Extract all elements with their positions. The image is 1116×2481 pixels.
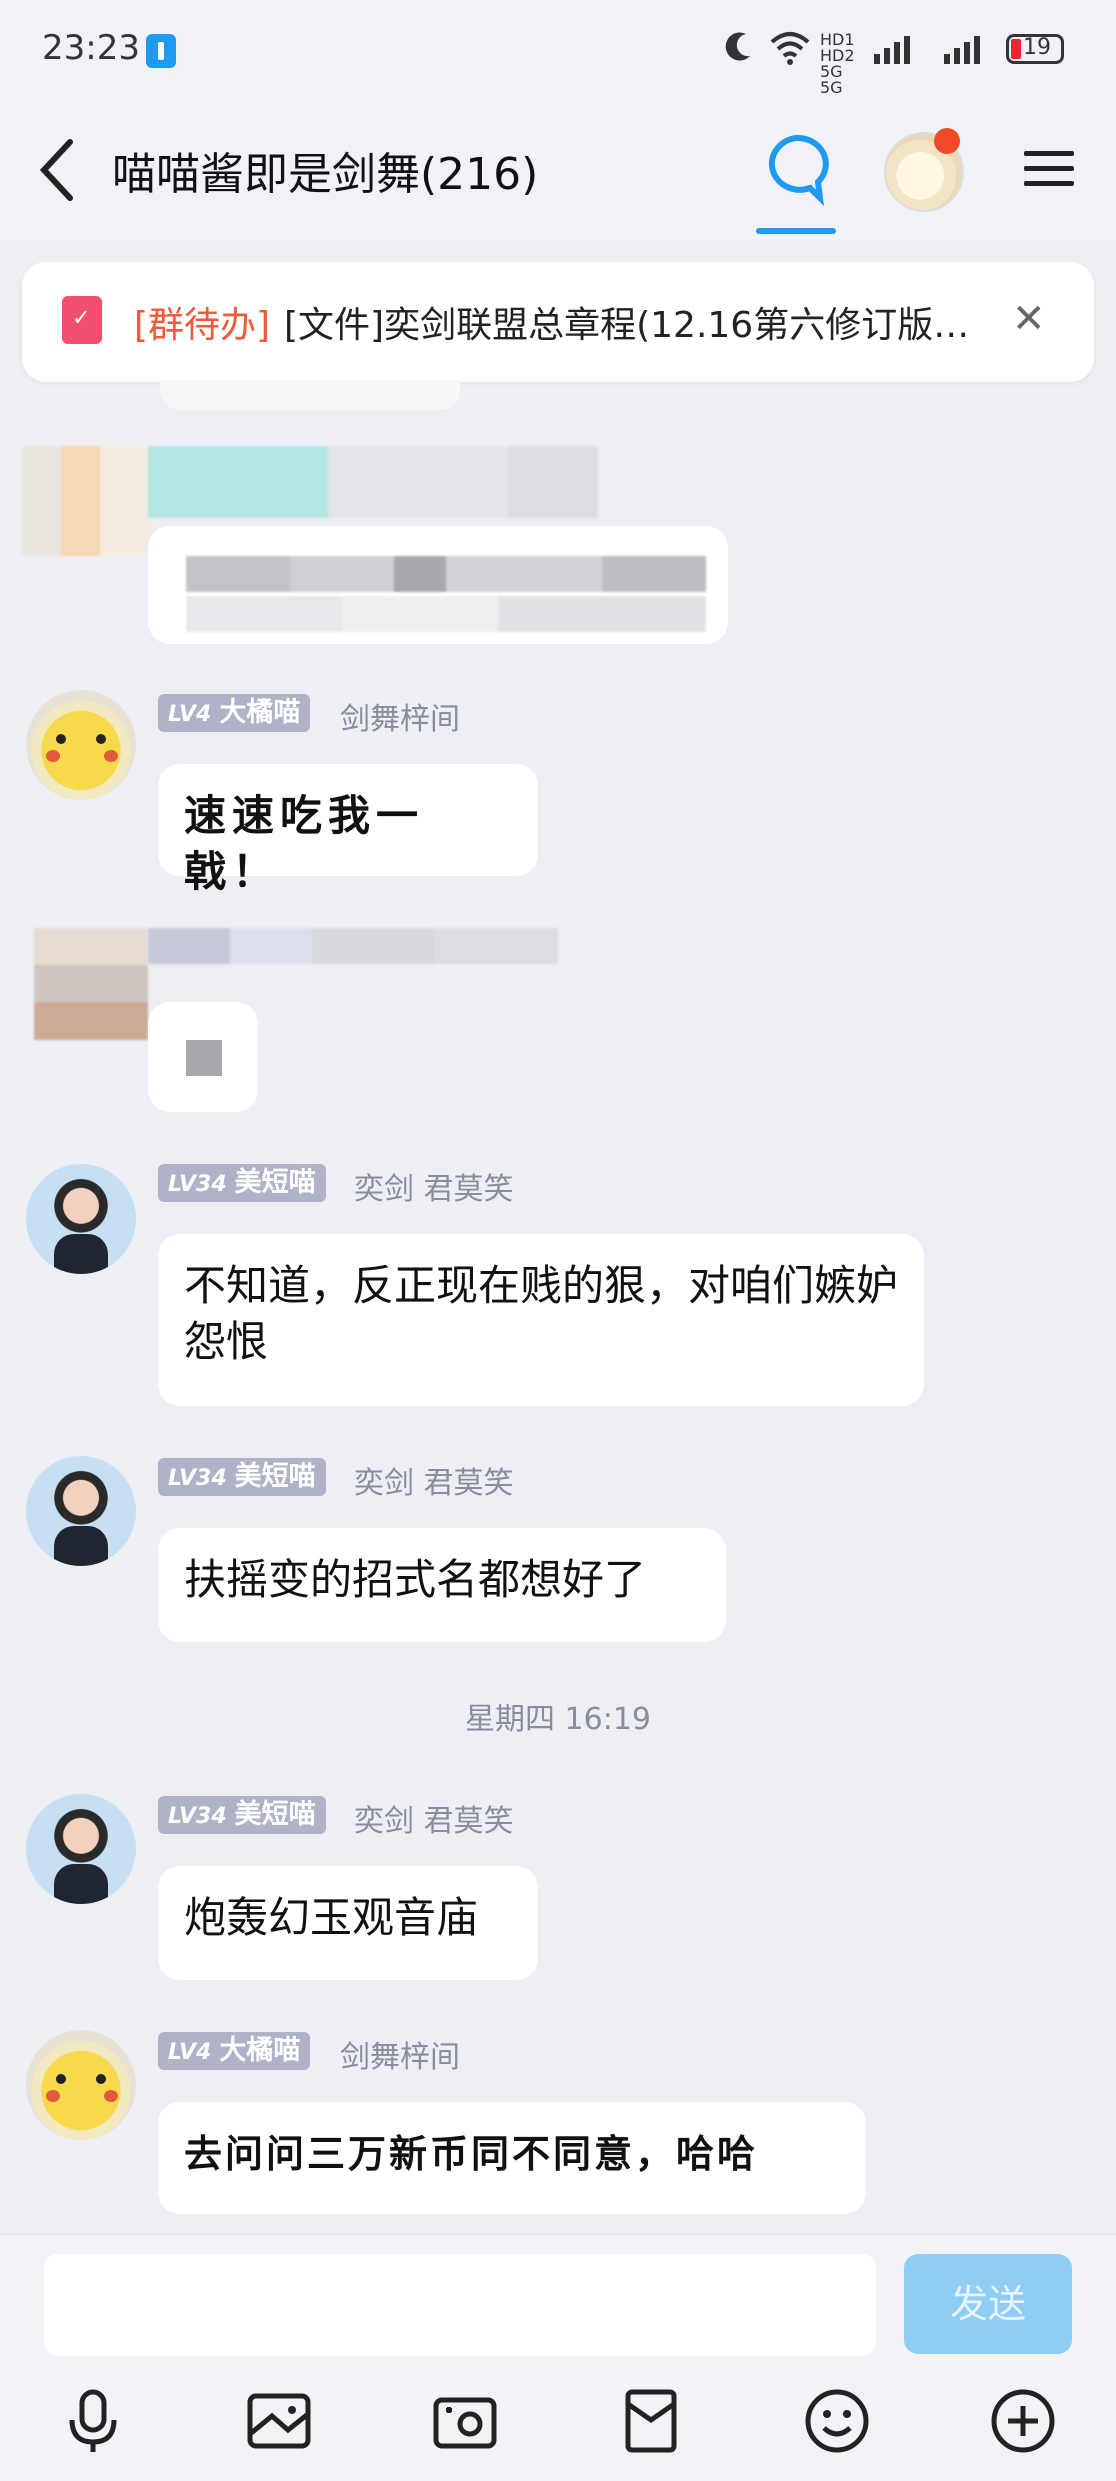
avatar[interactable] [26, 1456, 136, 1566]
redacted-name-2 [148, 928, 558, 964]
group-rank: 美短喵 [234, 1799, 316, 1830]
sender-name: 奕剑 君莫笑 [354, 1466, 514, 1501]
message-bubble[interactable]: 扶摇变的招式名都想好了 [158, 1528, 726, 1642]
level-badge: LV4 大橘喵 [158, 2032, 311, 2070]
signal-icon-2 [944, 36, 980, 64]
level-text: LV4 [168, 702, 212, 727]
send-button[interactable]: 发送 [904, 2254, 1072, 2354]
level-text: LV34 [168, 1466, 227, 1491]
chat-bubble-icon[interactable] [756, 128, 836, 234]
redacted-bubble-tail [160, 380, 460, 410]
todo-text[interactable]: [文件]奕剑联盟总章程(12.16第六修订版… [284, 296, 1000, 348]
redacted-text [186, 556, 706, 592]
avatar[interactable] [26, 1164, 136, 1274]
active-tab-indicator [756, 228, 836, 234]
network-labels: HD1 HD2 5G 5G [820, 30, 855, 97]
group-rank: 美短喵 [234, 1167, 316, 1198]
group-rank: 大橘喵 [219, 697, 301, 728]
redacted-name [148, 446, 598, 518]
camera-icon[interactable] [430, 2386, 500, 2456]
back-button[interactable] [30, 130, 90, 210]
signal-icon [874, 36, 910, 64]
group-rank: 大橘喵 [219, 2035, 301, 2066]
redacted-avatar [22, 446, 152, 556]
wifi-icon [770, 32, 810, 65]
redacted-text-2 [186, 596, 706, 632]
sender-name: 剑舞梓间 [340, 702, 460, 737]
avatar[interactable] [26, 2030, 136, 2140]
level-badge: LV34 美短喵 [158, 1164, 326, 1202]
battery-icon: 19 [1006, 34, 1064, 64]
redacted-avatar-2 [34, 928, 148, 1040]
level-badge: LV34 美短喵 [158, 1796, 326, 1834]
image-icon[interactable] [244, 2386, 314, 2456]
level-text: LV4 [168, 2040, 212, 2065]
sender-name: 剑舞梓间 [340, 2040, 460, 2075]
avatar[interactable] [26, 690, 136, 800]
emoji-icon[interactable] [802, 2386, 872, 2456]
avatar[interactable] [26, 1794, 136, 1904]
red-packet-icon[interactable] [616, 2386, 686, 2456]
todo-tag: [群待办] [134, 305, 271, 346]
moon-icon [725, 32, 750, 61]
message-bubble[interactable]: 去问问三万新币同不同意，哈哈 [158, 2102, 866, 2214]
level-badge: LV34 美短喵 [158, 1458, 326, 1496]
level-badge: LV4 大橘喵 [158, 694, 311, 732]
group-rank: 美短喵 [234, 1461, 316, 1492]
sim-card-icon [146, 34, 176, 68]
microphone-icon[interactable] [58, 2386, 128, 2456]
menu-button[interactable] [1024, 144, 1074, 194]
level-text: LV34 [168, 1172, 227, 1197]
menu-icon-line [1024, 181, 1074, 186]
redacted-text-3 [186, 1040, 222, 1076]
plus-icon[interactable] [988, 2386, 1058, 2456]
message-input[interactable] [44, 2254, 876, 2356]
message-timestamp: 星期四 16:19 [465, 1702, 651, 1737]
clipboard-icon [62, 296, 102, 344]
message-bubble[interactable]: 速速吃我一戟！ [158, 764, 538, 896]
status-time: 23:23 [42, 28, 140, 68]
chat-title: 喵喵酱即是剑舞(216) [112, 149, 539, 200]
menu-icon-line [1024, 166, 1074, 171]
level-text: LV34 [168, 1804, 227, 1829]
menu-icon-line [1024, 151, 1074, 156]
sender-name: 奕剑 君莫笑 [354, 1172, 514, 1207]
battery-level: 19 [1023, 35, 1051, 60]
close-icon[interactable]: ✕ [1012, 296, 1046, 342]
sender-name: 奕剑 君莫笑 [354, 1804, 514, 1839]
notification-dot [934, 128, 960, 154]
message-bubble[interactable]: 炮轰幻玉观音庙 [158, 1866, 538, 1980]
message-bubble[interactable]: 不知道，反正现在贱的狠，对咱们嫉妒怨恨 [158, 1234, 924, 1406]
